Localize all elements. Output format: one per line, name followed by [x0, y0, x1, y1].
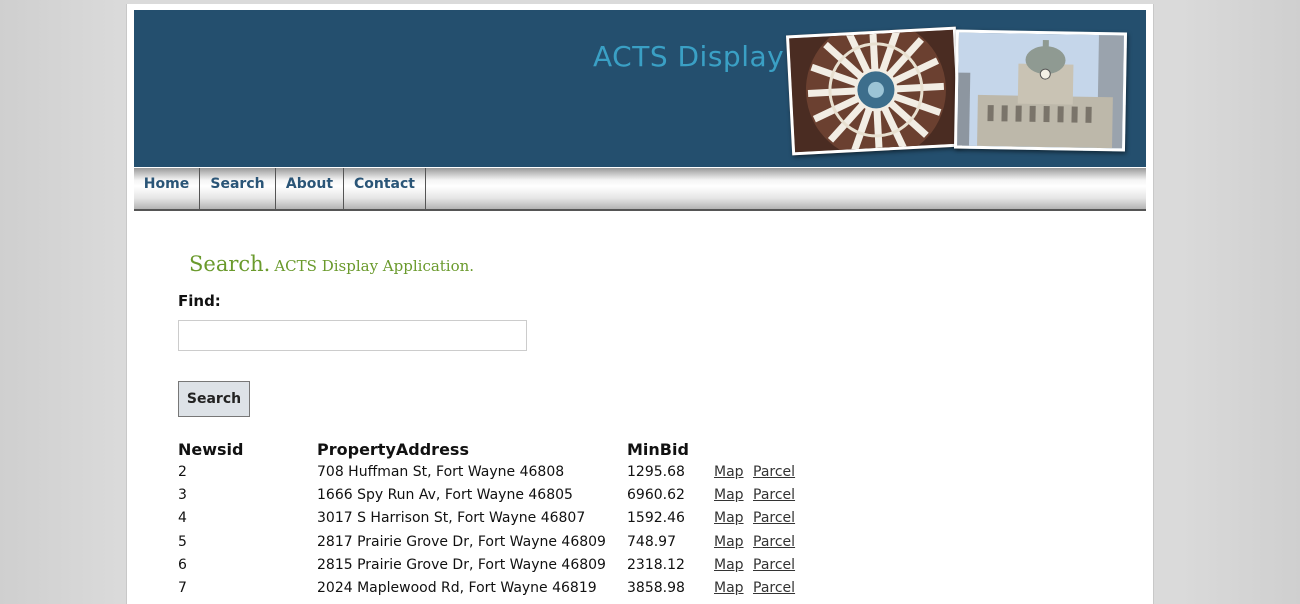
- row-property-address: 2817 Prairie Grove Dr, Fort Wayne 46809: [317, 534, 606, 550]
- column-header-property-address: PropertyAddress: [317, 440, 469, 459]
- parcel-link[interactable]: Parcel: [753, 510, 795, 526]
- row-minbid: 748.97: [627, 534, 676, 550]
- dome-photo: [785, 26, 963, 156]
- nav-item-about[interactable]: About: [276, 168, 344, 209]
- row-newsid: 6: [178, 557, 187, 573]
- row-newsid: 2: [178, 464, 187, 480]
- row-property-address: 2024 Maplewood Rd, Fort Wayne 46819: [317, 580, 597, 596]
- parcel-link[interactable]: Parcel: [753, 534, 795, 550]
- site-title: ACTS Display: [593, 40, 785, 73]
- nav-item-contact[interactable]: Contact: [344, 168, 426, 209]
- row-minbid: 3858.98: [627, 580, 685, 596]
- stained-glass-dome-image: [789, 26, 959, 156]
- row-property-address: 3017 S Harrison St, Fort Wayne 46807: [317, 510, 586, 526]
- row-property-address: 708 Huffman St, Fort Wayne 46808: [317, 464, 565, 480]
- site-header: ACTS Display: [134, 10, 1146, 167]
- parcel-link[interactable]: Parcel: [753, 557, 795, 573]
- find-input[interactable]: [178, 320, 527, 351]
- page-title: Search.: [189, 252, 271, 276]
- parcel-link[interactable]: Parcel: [753, 464, 795, 480]
- map-link[interactable]: Map: [714, 510, 744, 526]
- courthouse-image: [957, 32, 1124, 149]
- row-minbid: 1592.46: [627, 510, 685, 526]
- column-header-newsid: Newsid: [178, 440, 244, 459]
- map-link[interactable]: Map: [714, 557, 744, 573]
- search-button[interactable]: Search: [178, 381, 250, 417]
- row-minbid: 2318.12: [627, 557, 685, 573]
- row-newsid: 5: [178, 534, 187, 550]
- row-newsid: 7: [178, 580, 187, 596]
- nav-item-search[interactable]: Search: [200, 168, 276, 209]
- row-newsid: 4: [178, 510, 187, 526]
- map-link[interactable]: Map: [714, 580, 744, 596]
- row-minbid: 6960.62: [627, 487, 685, 503]
- map-link[interactable]: Map: [714, 464, 744, 480]
- row-property-address: 2815 Prairie Grove Dr, Fort Wayne 46809: [317, 557, 606, 573]
- row-newsid: 3: [178, 487, 187, 503]
- column-header-minbid: MinBid: [627, 440, 689, 459]
- map-link[interactable]: Map: [714, 487, 744, 503]
- find-label: Find:: [178, 292, 221, 310]
- parcel-link[interactable]: Parcel: [753, 487, 795, 503]
- nav-item-home[interactable]: Home: [134, 168, 200, 209]
- map-link[interactable]: Map: [714, 534, 744, 550]
- courthouse-photo: [953, 29, 1128, 152]
- page-container: ACTS Display Home Search About Contact S…: [126, 4, 1154, 604]
- main-nav: Home Search About Contact: [134, 168, 1146, 211]
- parcel-link[interactable]: Parcel: [753, 580, 795, 596]
- row-property-address: 1666 Spy Run Av, Fort Wayne 46805: [317, 487, 573, 503]
- page-heading: Search. ACTS Display Application.: [189, 252, 474, 276]
- page-subtitle: ACTS Display Application.: [274, 257, 475, 275]
- row-minbid: 1295.68: [627, 464, 685, 480]
